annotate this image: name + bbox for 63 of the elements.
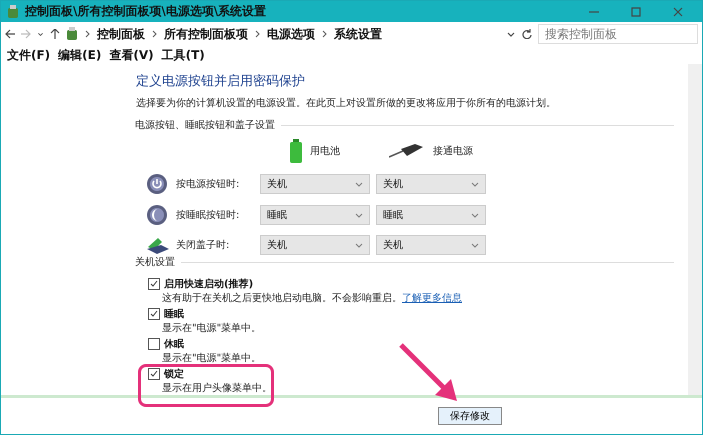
control-panel-icon (7, 4, 19, 18)
dropdown-chevron-icon (355, 242, 363, 248)
up-button[interactable] (50, 29, 60, 39)
option-label: 锁定 (164, 367, 184, 381)
address-bar[interactable]: 控制面板 所有控制面板项 电源选项 系统设置 (66, 24, 500, 44)
chevron-icon (255, 30, 260, 38)
close-button[interactable] (673, 6, 683, 16)
dropdown-chevron-icon (471, 212, 479, 218)
option-label: 启用快速启动(推荐) (164, 277, 254, 291)
option-note: 这有助于在关机之后更快地启动电脑。不会影响重启。了解更多信息 (161, 292, 463, 305)
learn-more-link[interactable]: 了解更多信息 (402, 293, 462, 304)
dropdown-chevron-icon (471, 182, 479, 186)
section-label: 电源按钮、睡眠按钮和盖子设置 (135, 118, 275, 132)
action-dropdown[interactable]: 关机 (376, 174, 486, 194)
menu-item[interactable]: 工具(T) (162, 46, 205, 64)
breadcrumb[interactable]: 系统设置 (334, 26, 382, 42)
breadcrumb[interactable]: 电源选项 (267, 26, 315, 42)
setting-label: 按电源按钮时: (176, 178, 240, 191)
option-label: 睡眠 (164, 308, 184, 321)
checkbox[interactable] (148, 338, 160, 350)
battery-icon (290, 139, 302, 163)
power-icon (146, 173, 168, 195)
window-title: 控制面板\所有控制面板项\电源选项\系统设置 (25, 3, 268, 20)
action-dropdown[interactable]: 关机 (376, 235, 486, 255)
setting-label: 关闭盖子时: (176, 238, 230, 252)
control-panel-icon (66, 27, 78, 41)
maximize-button[interactable] (631, 6, 641, 16)
chevron-icon (322, 30, 327, 38)
laptop-icon (146, 235, 170, 255)
menu-item[interactable]: 编辑(E) (58, 46, 102, 64)
power-plug-icon (389, 144, 425, 158)
option-note: 显示在用户头像菜单中。 (161, 382, 273, 395)
menu-item[interactable]: 文件(F) (7, 46, 50, 64)
menu-item[interactable]: 查看(V) (109, 46, 154, 64)
action-dropdown[interactable]: 睡眠 (260, 205, 370, 225)
column-label: 接通电源 (433, 144, 473, 158)
page-description: 选择要为你的计算机设置的电源设置。在此页上对设置所做的更改将应用于你所有的电源计划。 (136, 96, 557, 110)
dropdown-chevron-icon (355, 182, 363, 186)
checkbox[interactable] (148, 278, 160, 290)
section-label: 关机设置 (135, 256, 175, 269)
chevron-icon (152, 30, 157, 38)
option-note: 显示在"电源"菜单中。 (161, 352, 262, 365)
page-heading: 定义电源按钮并启用密码保护 (136, 73, 306, 90)
dropdown-chevron-icon (355, 212, 363, 218)
refresh-button[interactable] (522, 29, 532, 39)
breadcrumb[interactable]: 控制面板 (97, 26, 145, 42)
checkbox[interactable] (148, 368, 160, 380)
action-dropdown[interactable]: 关机 (260, 174, 370, 194)
chevron-icon (85, 30, 90, 38)
column-label: 用电池 (310, 144, 340, 158)
action-dropdown[interactable]: 睡眠 (376, 205, 486, 225)
moon-icon (146, 204, 168, 226)
action-dropdown[interactable]: 关机 (260, 235, 370, 255)
search-field[interactable]: 搜索控制面板 (538, 24, 698, 44)
scrollbar[interactable] (688, 64, 702, 395)
dropdown-chevron-icon (471, 242, 479, 248)
checkbox[interactable] (148, 308, 160, 320)
breadcrumb[interactable]: 所有控制面板项 (164, 26, 248, 42)
back-button[interactable] (5, 29, 15, 39)
option-label: 休眠 (164, 338, 184, 351)
option-note: 显示在"电源"菜单中。 (161, 322, 262, 335)
setting-label: 按睡眠按钮时: (176, 208, 240, 222)
save-button[interactable]: 保存修改 (438, 407, 502, 425)
